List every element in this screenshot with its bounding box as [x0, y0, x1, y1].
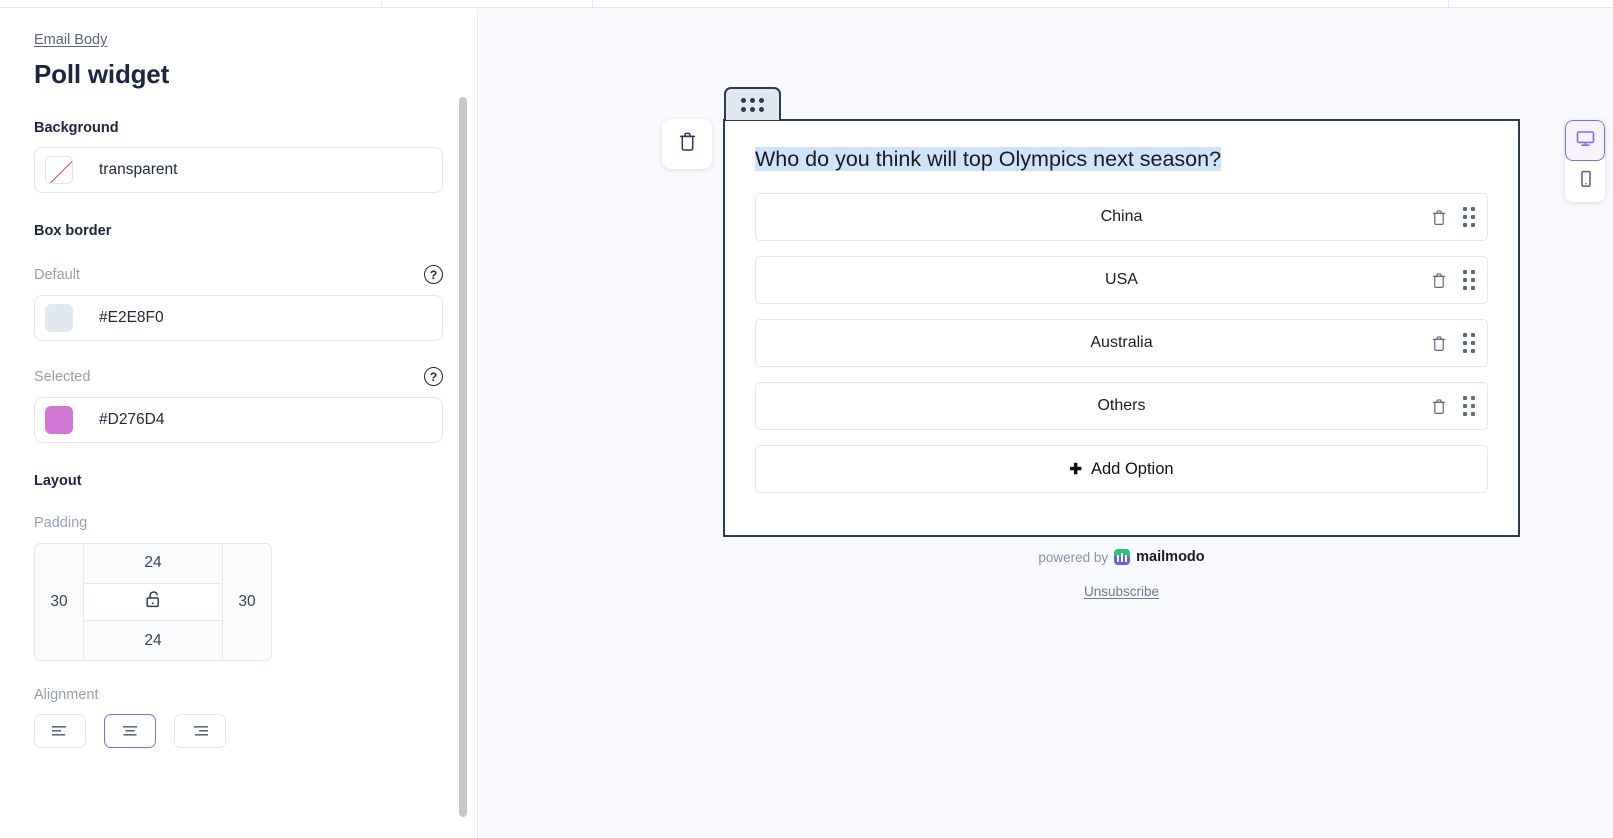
poll-option-label: Others: [1097, 397, 1146, 415]
selected-border-row: Selected ?: [34, 367, 443, 386]
default-border-color-field[interactable]: #E2E8F0: [34, 295, 443, 341]
default-border-label: Default: [34, 266, 80, 283]
mobile-preview-button[interactable]: [1565, 161, 1605, 202]
delete-widget-button[interactable]: [662, 119, 712, 169]
poll-question-text[interactable]: Who do you think will top Olympics next …: [755, 147, 1222, 171]
transparent-swatch-icon: [45, 156, 73, 184]
alignment-button-group: [34, 714, 443, 748]
delete-option-button[interactable]: [1431, 398, 1447, 415]
padding-label: Padding: [34, 515, 88, 531]
background-section-label: Background: [34, 120, 119, 136]
mobile-phone-icon: [1576, 169, 1595, 194]
alignment-label: Alignment: [34, 687, 99, 703]
poll-widget-editor-screen: Email Body Poll widget Background transp…: [0, 0, 1613, 838]
add-option-label: Add Option: [1091, 459, 1174, 478]
default-color-swatch: [45, 304, 73, 332]
align-left-button[interactable]: [34, 714, 86, 748]
delete-option-button[interactable]: [1431, 272, 1447, 289]
delete-option-button[interactable]: [1431, 209, 1447, 226]
default-border-row: Default ?: [34, 265, 443, 284]
add-option-button[interactable]: ✚ Add Option: [755, 445, 1488, 494]
selected-border-label: Selected: [34, 368, 91, 385]
poll-option-row[interactable]: USA: [755, 256, 1488, 305]
grip-dots-icon[interactable]: [1463, 396, 1475, 417]
padding-control: 30 24 24 30: [34, 543, 272, 661]
layout-section-label: Layout: [34, 473, 82, 489]
poll-option-row[interactable]: Australia: [755, 319, 1488, 368]
selected-border-color-value: #D276D4: [99, 411, 165, 428]
poll-option-row[interactable]: Others: [755, 382, 1488, 431]
powered-by-text: powered by: [1038, 549, 1109, 565]
padding-left-input[interactable]: 30: [35, 544, 83, 660]
unlocked-padlock-icon: [145, 590, 162, 614]
desktop-monitor-icon: [1575, 129, 1596, 153]
padding-lock-toggle[interactable]: [84, 582, 222, 622]
padding-right-input[interactable]: 30: [223, 544, 271, 660]
align-right-button[interactable]: [174, 714, 226, 748]
question-mark-icon[interactable]: ?: [424, 265, 443, 284]
grip-dots-icon[interactable]: [1463, 333, 1475, 354]
question-mark-icon[interactable]: ?: [424, 367, 443, 386]
plus-icon: ✚: [1069, 460, 1082, 478]
trash-icon: [678, 131, 697, 157]
settings-sidebar: Email Body Poll widget Background transp…: [0, 9, 478, 838]
poll-widget-block[interactable]: Who do you think will top Olympics next …: [723, 119, 1520, 537]
unsubscribe-link[interactable]: Unsubscribe: [723, 584, 1520, 599]
padding-top-input[interactable]: 24: [84, 544, 222, 583]
delete-option-button[interactable]: [1431, 335, 1447, 352]
align-center-button[interactable]: [104, 714, 156, 748]
padding-bottom-input[interactable]: 24: [84, 621, 222, 660]
six-dots-drag-icon: [741, 97, 764, 112]
unsubscribe-label: Unsubscribe: [1083, 584, 1160, 599]
sidebar-scrollbar-thumb[interactable]: [459, 97, 467, 817]
mailmodo-logo-icon: [1114, 549, 1131, 565]
background-color-value: transparent: [99, 161, 178, 178]
grip-dots-icon[interactable]: [1463, 270, 1475, 291]
device-preview-switcher: [1565, 120, 1605, 202]
poll-option-label: Australia: [1090, 334, 1153, 352]
page-title: Poll widget: [34, 59, 170, 89]
breadcrumb-email-body[interactable]: Email Body: [34, 32, 107, 48]
default-border-color-value: #E2E8F0: [99, 309, 164, 326]
desktop-preview-button[interactable]: [1565, 120, 1605, 161]
poll-option-row[interactable]: China: [755, 193, 1488, 242]
background-color-field[interactable]: transparent: [34, 147, 443, 193]
poll-option-label: USA: [1105, 271, 1138, 289]
selected-border-color-field[interactable]: #D276D4: [34, 397, 443, 443]
brand-name: mailmodo: [1136, 549, 1205, 565]
box-border-section-label: Box border: [34, 223, 112, 239]
powered-by-footer: powered by mailmodo: [723, 549, 1520, 565]
email-canvas: Who do you think will top Olympics next …: [479, 9, 1613, 838]
selected-color-swatch: [45, 406, 73, 434]
grip-dots-icon[interactable]: [1463, 207, 1475, 228]
top-divider-strip: [0, 0, 1613, 8]
poll-option-label: China: [1100, 208, 1143, 226]
widget-drag-handle[interactable]: [724, 87, 781, 120]
poll-question-wrapper: Who do you think will top Olympics next …: [755, 145, 1488, 174]
